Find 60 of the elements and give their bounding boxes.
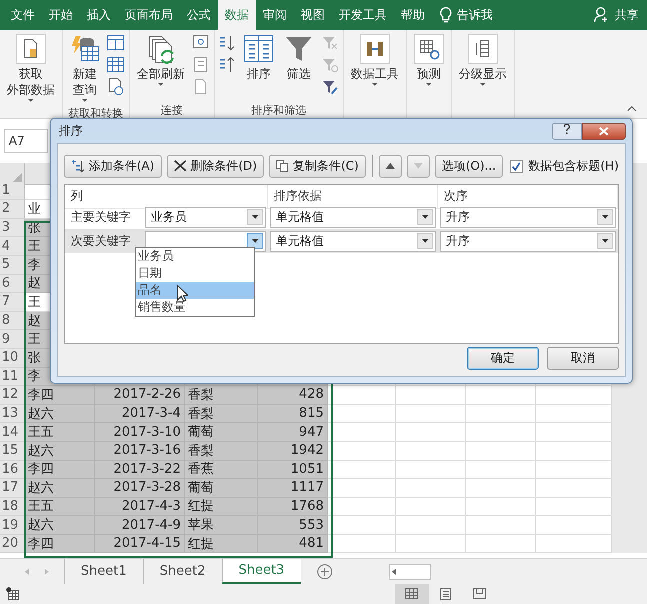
table-cell: 红提: [185, 534, 258, 554]
table-cell: 2017-3-4: [95, 404, 185, 424]
table-cell: 李四: [25, 460, 95, 480]
table-cell: 815: [258, 404, 328, 424]
table-cell: 2017-4-3: [95, 498, 185, 516]
table-cell: 赵六: [25, 479, 95, 498]
row-number: 4: [0, 237, 25, 256]
table-cell: 赵六: [25, 516, 95, 535]
row-number: 13: [0, 404, 25, 424]
row-number: 2: [0, 200, 25, 219]
table-cell: 赵六: [25, 404, 95, 424]
table-cell: 王五: [25, 498, 95, 516]
table-cell: 王五: [25, 423, 95, 442]
row-number: 8: [0, 312, 25, 330]
table-cell: 葡萄: [185, 423, 258, 442]
row-number: 20: [0, 534, 25, 554]
table-cell: 苹果: [185, 516, 258, 535]
row-number: 6: [0, 274, 25, 294]
table-cell: 553: [258, 516, 328, 535]
row-number: 9: [0, 330, 25, 349]
table-cell: 香梨: [185, 404, 258, 424]
table-cell: 1942: [258, 442, 328, 460]
group-label: 连接: [160, 103, 184, 118]
row-number: 3: [0, 218, 25, 238]
table-cell: 1117: [258, 479, 328, 498]
table-cell: 2017-3-28: [95, 479, 185, 498]
table-cell: 481: [258, 534, 328, 554]
row-number: 10: [0, 348, 25, 368]
row-number: 1: [0, 182, 25, 200]
row-number: 5: [0, 256, 25, 275]
table-cell: 李四: [25, 386, 95, 405]
table-cell: 2017-4-9: [95, 516, 185, 535]
row-number: 7: [0, 293, 25, 312]
table-cell: 2017-4-15: [95, 534, 185, 554]
group-label: 排序和筛选: [250, 103, 308, 118]
table-cell: 红提: [185, 498, 258, 516]
row-number: 15: [0, 442, 25, 460]
row-number: 18: [0, 498, 25, 516]
table-cell: 李四: [25, 534, 95, 554]
table-cell: 2017-3-22: [95, 460, 185, 480]
table-cell: 香梨: [185, 386, 258, 405]
table-cell: 赵六: [25, 442, 95, 460]
table-cell: 1768: [258, 498, 328, 516]
table-cell: 2017-2-26: [95, 386, 185, 405]
table-cell: 1051: [258, 460, 328, 480]
group-label: 获取和转换: [68, 106, 124, 121]
table-cell: 947: [258, 423, 328, 442]
table-cell: 2017-3-10: [95, 423, 185, 442]
table-cell: 葡萄: [185, 479, 258, 498]
table-cell: 2017-3-16: [95, 442, 185, 460]
row-number: 17: [0, 479, 25, 498]
row-number: 14: [0, 423, 25, 442]
dialog-title: 排序: [59, 122, 83, 140]
table-cell: 428: [258, 386, 328, 405]
row-number: 16: [0, 460, 25, 480]
table-cell: 香蕉: [185, 460, 258, 480]
row-number: 19: [0, 516, 25, 535]
row-number: 12: [0, 386, 25, 405]
table-cell: 香梨: [185, 442, 258, 460]
row-number: 11: [0, 368, 25, 386]
